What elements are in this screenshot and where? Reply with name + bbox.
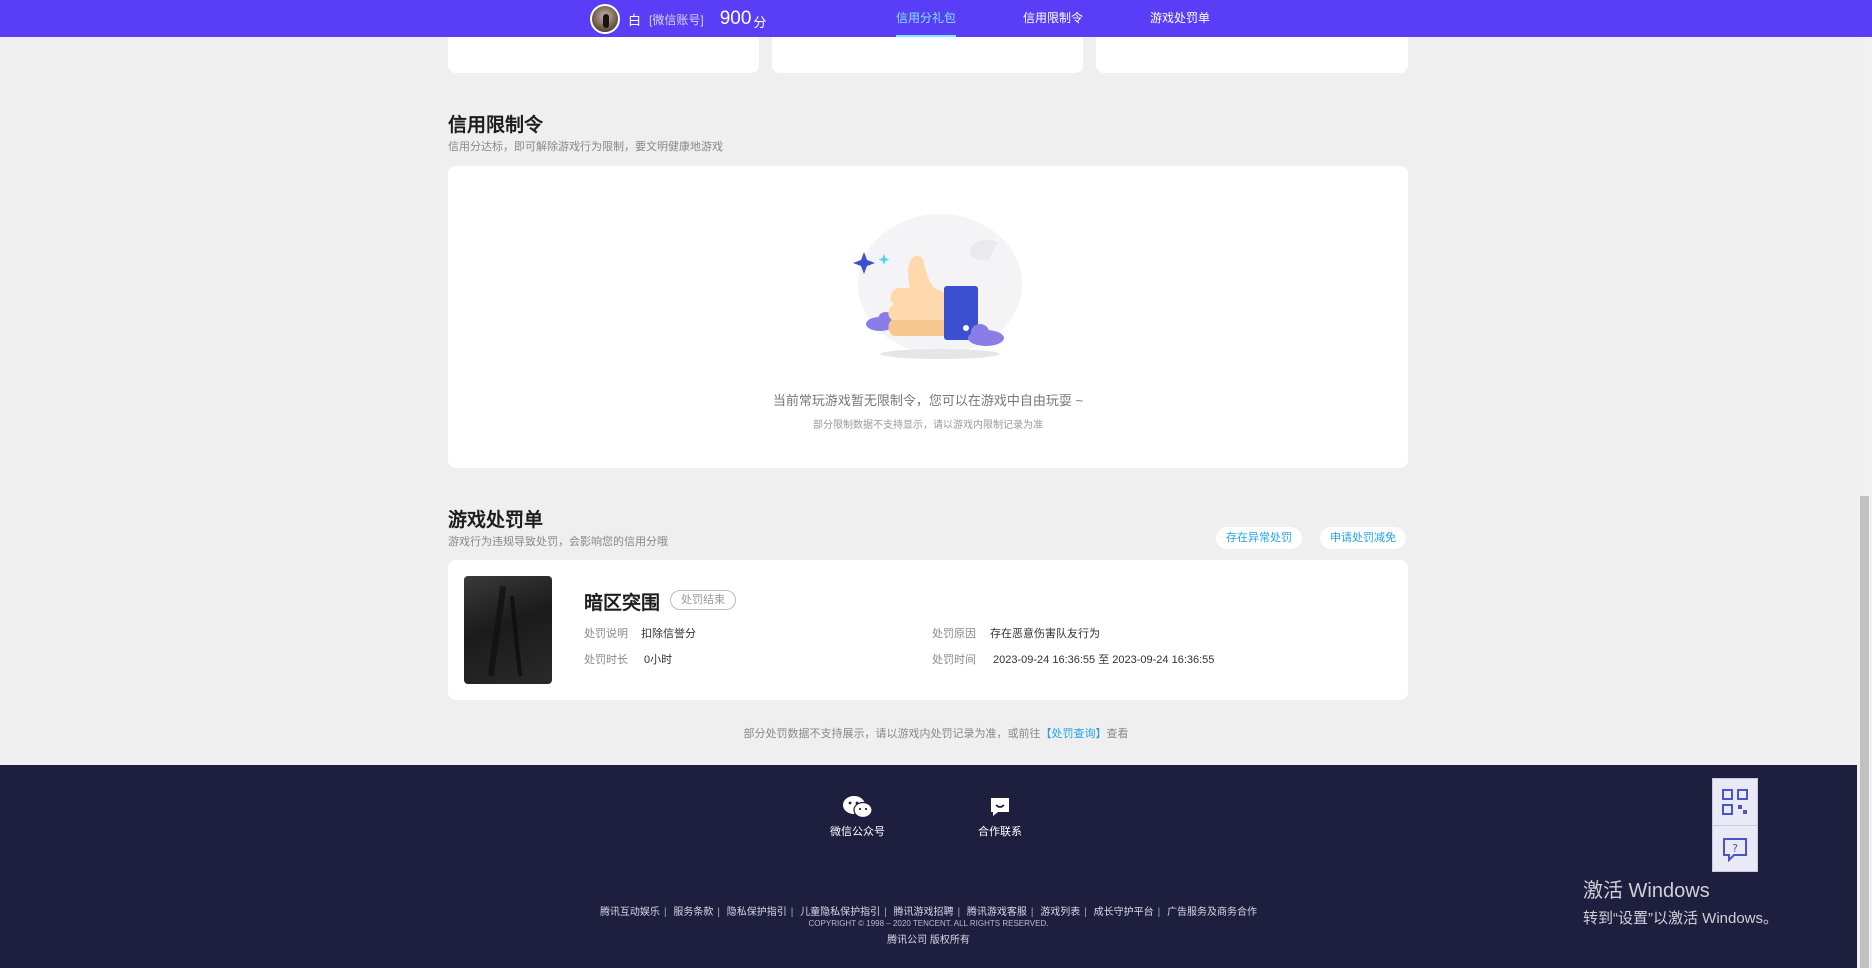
penalty-section-subtitle: 游戏行为违规导致处罚，会影响您的信用分哦 [448, 536, 668, 548]
footer-link[interactable]: 成长守护平台 [1094, 907, 1154, 918]
wechat-label: 微信公众号 [830, 826, 885, 838]
account-type: [微信账号] [649, 12, 704, 27]
penalty-time-label: 处罚时间 [932, 654, 976, 666]
footer-link[interactable]: 服务条款 [673, 907, 713, 918]
status-badge: 处罚结束 [670, 590, 736, 610]
page-scrollbar[interactable] [1857, 0, 1872, 968]
footer-link[interactable]: 儿童隐私保护指引 [800, 907, 880, 918]
wechat-icon [842, 796, 873, 819]
chat-icon [991, 798, 1009, 816]
footnote-suffix: 查看 [1106, 728, 1129, 740]
footer-link[interactable]: 隐私保护指引 [727, 907, 787, 918]
footnote-text: 部分处罚数据不支持展示，请以游戏内处罚记录为准，或前往 [743, 728, 1041, 740]
footer-link[interactable]: 腾讯游戏客服 [967, 907, 1027, 918]
game-name: 暗区突围 [584, 593, 661, 614]
penalty-reason-value: 存在恶意伤害队友行为 [990, 628, 1100, 640]
tab-credit-gift[interactable]: 信用分礼包 [896, 0, 957, 37]
empty-state-message: 当前常玩游戏暂无限制令，您可以在游戏中自由玩耍 ~ [772, 393, 1084, 408]
penalty-footnote: 部分处罚数据不支持展示，请以游戏内处罚记录为准，或前往【处罚查询】查看 [0, 725, 1872, 741]
penalty-section-title: 游戏处罚单 [448, 510, 544, 531]
svg-text:?: ? [1732, 842, 1738, 855]
penalty-time-value: 2023-09-24 16:36:55 至 2023-09-24 16:36:5… [993, 654, 1215, 666]
watermark-line1: 激活 Windows [1583, 880, 1710, 902]
top-tabs: 信用分礼包 信用限制令 游戏处罚单 [896, 0, 1210, 37]
wechat-official-account[interactable]: 微信公众号 [830, 795, 885, 839]
footer-link[interactable]: 腾讯游戏招聘 [894, 907, 954, 918]
floating-side-buttons: ? [1712, 778, 1758, 872]
footer-link[interactable]: 腾讯互动娱乐 [600, 907, 660, 918]
penalty-desc-value: 扣除信誉分 [641, 628, 696, 640]
report-abnormal-penalty-button[interactable]: 存在异常处罚 [1216, 527, 1302, 549]
watermark-line2: 转到“设置”以激活 Windows。 [1583, 910, 1779, 927]
footer: 微信公众号 合作联系 腾讯互动娱乐 | 服务条款 | 隐私保护指引 | 儿童隐私保护指… [0, 765, 1857, 968]
all-rights: 腾讯公司 版权所有 [887, 935, 970, 946]
scrollbar-thumb[interactable] [1860, 496, 1869, 968]
penalty-reason-label: 处罚原因 [932, 628, 976, 640]
qrcode-icon [1722, 789, 1748, 815]
windows-activation-watermark: 激活 Windows 转到“设置”以激活 Windows。 [1583, 874, 1778, 928]
penalty-duration-value: 0小时 [644, 654, 673, 666]
cooperation-label: 合作联系 [978, 826, 1022, 838]
help-icon: ? [1723, 837, 1747, 862]
user-info: 白 [微信账号] 900 分 [590, 4, 766, 34]
penalty-desc-label: 处罚说明 [584, 628, 628, 640]
penalty-duration-label: 处罚时长 [584, 654, 628, 666]
copyright: COPYRIGHT © 1998 – 2020 TENCENT. ALL RIG… [808, 919, 1049, 928]
penalty-card: 暗区突围 处罚结束 处罚说明 扣除信誉分 处罚时长 0小时 处罚原因 存在恶意伤… [448, 560, 1408, 700]
thumbs-up-illustration [853, 214, 1022, 359]
footer-links: 腾讯互动娱乐 | 服务条款 | 隐私保护指引 | 儿童隐私保护指引 | 腾讯游戏招聘 | … [599, 907, 1258, 918]
credit-score-unit: 分 [753, 14, 767, 30]
restriction-section-title: 信用限制令 [448, 115, 544, 136]
empty-state-note: 部分限制数据不支持显示，请以游戏内限制记录为准 [813, 420, 1043, 431]
qrcode-button[interactable] [1713, 779, 1757, 825]
top-navigation-bar: 白 [微信账号] 900 分 信用分礼包 信用限制令 游戏处罚单 [0, 0, 1872, 37]
restriction-section-subtitle: 信用分达标，即可解除游戏行为限制，要文明健康地游戏 [448, 141, 723, 153]
apply-penalty-reduction-button[interactable]: 申请处罚减免 [1320, 527, 1406, 549]
credit-score: 900 [719, 8, 752, 29]
avatar[interactable] [590, 4, 620, 34]
tab-credit-restriction[interactable]: 信用限制令 [1023, 0, 1083, 37]
tab-game-penalty[interactable]: 游戏处罚单 [1150, 0, 1210, 37]
footer-link[interactable]: 广告服务及商务合作 [1167, 907, 1257, 918]
username: 白 [628, 12, 642, 28]
penalty-query-link[interactable]: 【处罚查询】 [1041, 728, 1107, 740]
restriction-card: 当前常玩游戏暂无限制令，您可以在游戏中自由玩耍 ~ 部分限制数据不支持显示，请以… [448, 166, 1408, 468]
help-button[interactable]: ? [1713, 825, 1757, 871]
cooperation-contact[interactable]: 合作联系 [978, 795, 1022, 839]
game-cover-image [464, 576, 552, 684]
footer-link[interactable]: 游戏列表 [1040, 907, 1080, 918]
